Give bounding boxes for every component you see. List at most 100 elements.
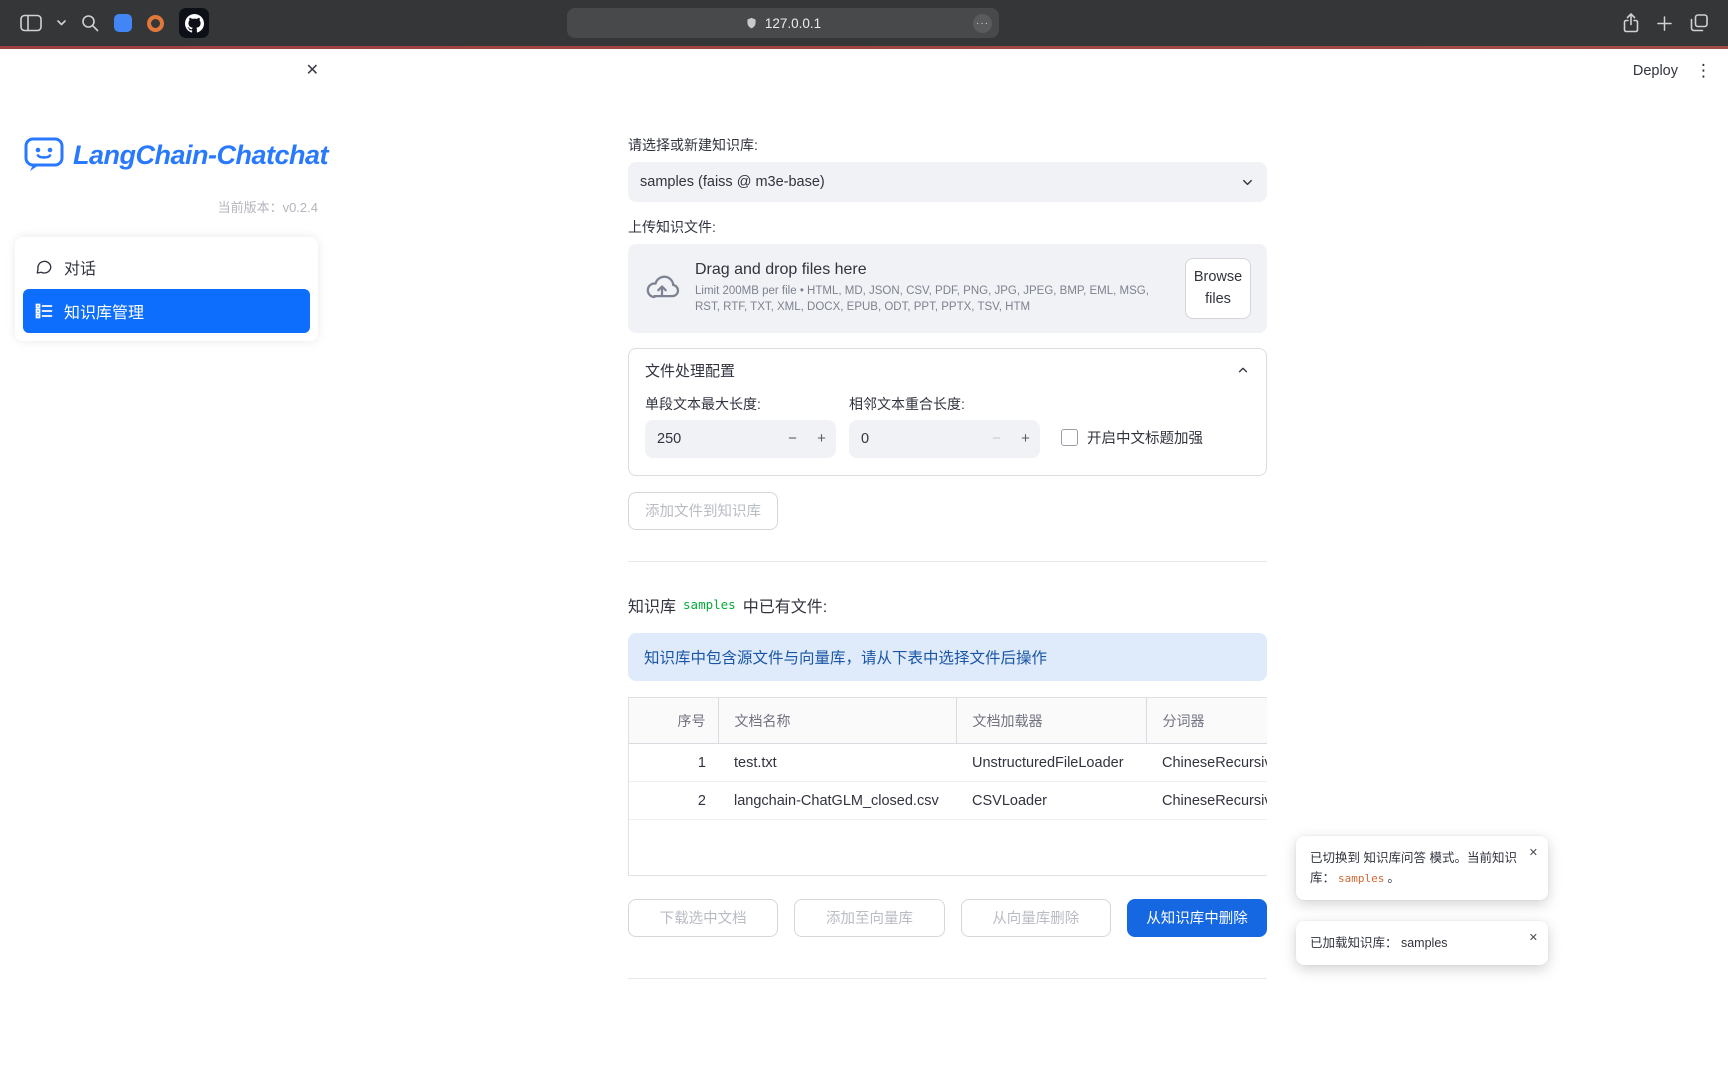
overlap-label: 相邻文本重合长度: xyxy=(849,394,1040,414)
chevron-down-icon[interactable] xyxy=(57,20,66,26)
sidebar-menu: 对话 知识库管理 xyxy=(15,237,318,341)
increment-icon[interactable]: + xyxy=(1011,430,1040,447)
divider xyxy=(628,978,1267,979)
config-expander-header[interactable]: 文件处理配置 xyxy=(629,349,1266,392)
kb-select-value: samples (faiss @ m3e-base) xyxy=(640,174,1240,190)
max-length-value[interactable]: 250 xyxy=(645,431,778,447)
info-text: 知识库中包含源文件与向量库，请从下表中选择文件后操作 xyxy=(644,650,1047,667)
page-options-icon[interactable]: ··· xyxy=(973,14,992,33)
table-row[interactable]: 1 test.txt UnstructuredFileLoader Chines… xyxy=(629,744,1267,782)
url-text: 127.0.0.1 xyxy=(765,16,821,31)
logo-text: LangChain-Chatchat xyxy=(73,140,328,171)
toast-close-icon[interactable]: ✕ xyxy=(1529,930,1538,948)
chat-bubble-icon xyxy=(35,258,53,276)
files-table[interactable]: 序号 文档名称 文档加载器 分词器 1 test.txt Unstructure… xyxy=(628,697,1267,876)
pinned-site-blue-icon[interactable] xyxy=(114,14,132,32)
version-label: 当前版本：v0.2.4 xyxy=(218,197,318,216)
menu-item-label: 对话 xyxy=(64,255,96,279)
overlap-field: 相邻文本重合长度: 0 − + xyxy=(849,394,1040,458)
cell-splitter[interactable]: ChineseRecursiveT xyxy=(1146,744,1267,782)
col-header-index[interactable]: 序号 xyxy=(629,698,718,744)
col-header-loader[interactable]: 文档加载器 xyxy=(956,698,1146,744)
tab-overview-icon[interactable] xyxy=(1690,14,1708,32)
table-row[interactable]: 2 langchain-ChatGLM_closed.csv CSVLoader… xyxy=(629,782,1267,820)
cell-name[interactable]: langchain-ChatGLM_closed.csv xyxy=(718,782,956,820)
cell-index[interactable]: 2 xyxy=(629,782,718,820)
kb-files-caption: 知识库 samples 中已有文件: xyxy=(628,593,1267,617)
menu-item-dialogue[interactable]: 对话 xyxy=(23,245,310,289)
cell-loader[interactable]: UnstructuredFileLoader xyxy=(956,744,1146,782)
cell-loader[interactable]: CSVLoader xyxy=(956,782,1146,820)
deploy-button[interactable]: Deploy xyxy=(1633,63,1678,79)
uploader-title: Drag and drop files here xyxy=(695,261,1170,279)
sidebar-close-icon[interactable]: ✕ xyxy=(306,60,319,80)
app-header-actions: Deploy ⋮ xyxy=(1633,61,1712,81)
delete-from-vector-store-button[interactable]: 从向量库删除 xyxy=(961,899,1111,937)
table-action-buttons: 下载选中文档 添加至向量库 从向量库删除 从知识库中删除 xyxy=(628,899,1267,937)
site-icon xyxy=(745,17,758,30)
uploader-hint: Limit 200MB per file • HTML, MD, JSON, C… xyxy=(695,284,1170,315)
add-to-vector-store-button[interactable]: 添加至向量库 xyxy=(794,899,944,937)
col-header-splitter[interactable]: 分词器 xyxy=(1146,698,1267,744)
max-length-label: 单段文本最大长度: xyxy=(645,394,836,414)
checkbox-label: 开启中文标题加强 xyxy=(1087,427,1203,448)
table-header-row: 序号 文档名称 文档加载器 分词器 xyxy=(629,698,1267,744)
download-selected-button[interactable]: 下载选中文档 xyxy=(628,899,778,937)
new-tab-icon[interactable] xyxy=(1657,16,1672,31)
main-menu-kebab-icon[interactable]: ⋮ xyxy=(1695,61,1712,81)
toast-kb-loaded: ✕ 已加载知识库： samples xyxy=(1296,921,1548,965)
config-expander: 文件处理配置 单段文本最大长度: 250 − + xyxy=(628,348,1267,476)
select-chevron-down-icon xyxy=(1240,175,1255,190)
sidebar: ✕ LangChain-Chatchat 当前版本：v0.2.4 xyxy=(0,49,333,1080)
browse-files-button[interactable]: Browse files xyxy=(1185,258,1251,319)
delete-from-kb-button[interactable]: 从知识库中删除 xyxy=(1127,899,1267,937)
config-expander-body: 单段文本最大长度: 250 − + 相邻文本重合长度: 0 − xyxy=(629,392,1266,475)
cloud-upload-icon xyxy=(644,270,680,306)
decrement-icon[interactable]: − xyxy=(982,430,1011,447)
github-icon[interactable] xyxy=(179,8,209,38)
cell-name[interactable]: test.txt xyxy=(718,744,956,782)
overlap-value[interactable]: 0 xyxy=(849,431,982,447)
toast-close-icon[interactable]: ✕ xyxy=(1529,845,1538,863)
app-logo: LangChain-Chatchat xyxy=(24,137,328,173)
sidebar-toggle-icon[interactable] xyxy=(20,14,42,32)
checkbox-box[interactable] xyxy=(1061,429,1078,446)
kb-name-code: samples xyxy=(683,597,736,612)
caption-suffix: 中已有文件: xyxy=(743,593,827,617)
toolbar-right-group xyxy=(1623,13,1708,33)
add-files-to-kb-button[interactable]: 添加文件到知识库 xyxy=(628,492,778,530)
pinned-site-orange-icon[interactable] xyxy=(147,15,164,32)
search-icon[interactable] xyxy=(81,14,99,32)
caption-prefix: 知识库 xyxy=(628,593,676,617)
logo-chat-icon xyxy=(24,137,64,173)
overlap-input[interactable]: 0 − + xyxy=(849,420,1040,458)
share-icon[interactable] xyxy=(1623,13,1639,33)
address-bar[interactable]: 127.0.0.1 ··· xyxy=(567,8,999,38)
config-expander-title: 文件处理配置 xyxy=(645,360,735,381)
chinese-title-enhance-checkbox[interactable]: 开启中文标题加强 xyxy=(1061,427,1203,448)
max-length-input[interactable]: 250 − + xyxy=(645,420,836,458)
cell-splitter[interactable]: ChineseRecursiveT xyxy=(1146,782,1267,820)
toast-stack: ✕ 已切换到 知识库问答 模式。当前知识库：samples。 ✕ 已加载知识库：… xyxy=(1296,836,1548,965)
menu-item-label: 知识库管理 xyxy=(64,299,144,323)
table-empty-area xyxy=(629,820,1267,875)
uploader-texts: Drag and drop files here Limit 200MB per… xyxy=(695,261,1170,315)
chevron-up-icon xyxy=(1236,363,1250,377)
info-alert: 知识库中包含源文件与向量库，请从下表中选择文件后操作 xyxy=(628,633,1267,681)
kb-select[interactable]: samples (faiss @ m3e-base) xyxy=(628,162,1267,202)
menu-item-knowledge-base[interactable]: 知识库管理 xyxy=(23,289,310,333)
max-length-field: 单段文本最大长度: 250 − + xyxy=(645,394,836,458)
kb-select-label: 请选择或新建知识库: xyxy=(628,135,1267,155)
cell-index[interactable]: 1 xyxy=(629,744,718,782)
increment-icon[interactable]: + xyxy=(807,430,836,447)
toast-mode-switched: ✕ 已切换到 知识库问答 模式。当前知识库：samples。 xyxy=(1296,836,1548,900)
col-header-name[interactable]: 文档名称 xyxy=(718,698,956,744)
browser-toolbar: 127.0.0.1 ··· xyxy=(0,0,1728,46)
decrement-icon[interactable]: − xyxy=(778,430,807,447)
upload-label: 上传知识文件: xyxy=(628,217,1267,237)
main-content: 请选择或新建知识库: samples (faiss @ m3e-base) 上传… xyxy=(628,49,1267,979)
file-uploader-dropzone[interactable]: Drag and drop files here Limit 200MB per… xyxy=(628,244,1267,333)
toolbar-left-group xyxy=(20,8,209,38)
toast-text: 已加载知识库： samples xyxy=(1310,936,1448,950)
divider xyxy=(628,561,1267,562)
